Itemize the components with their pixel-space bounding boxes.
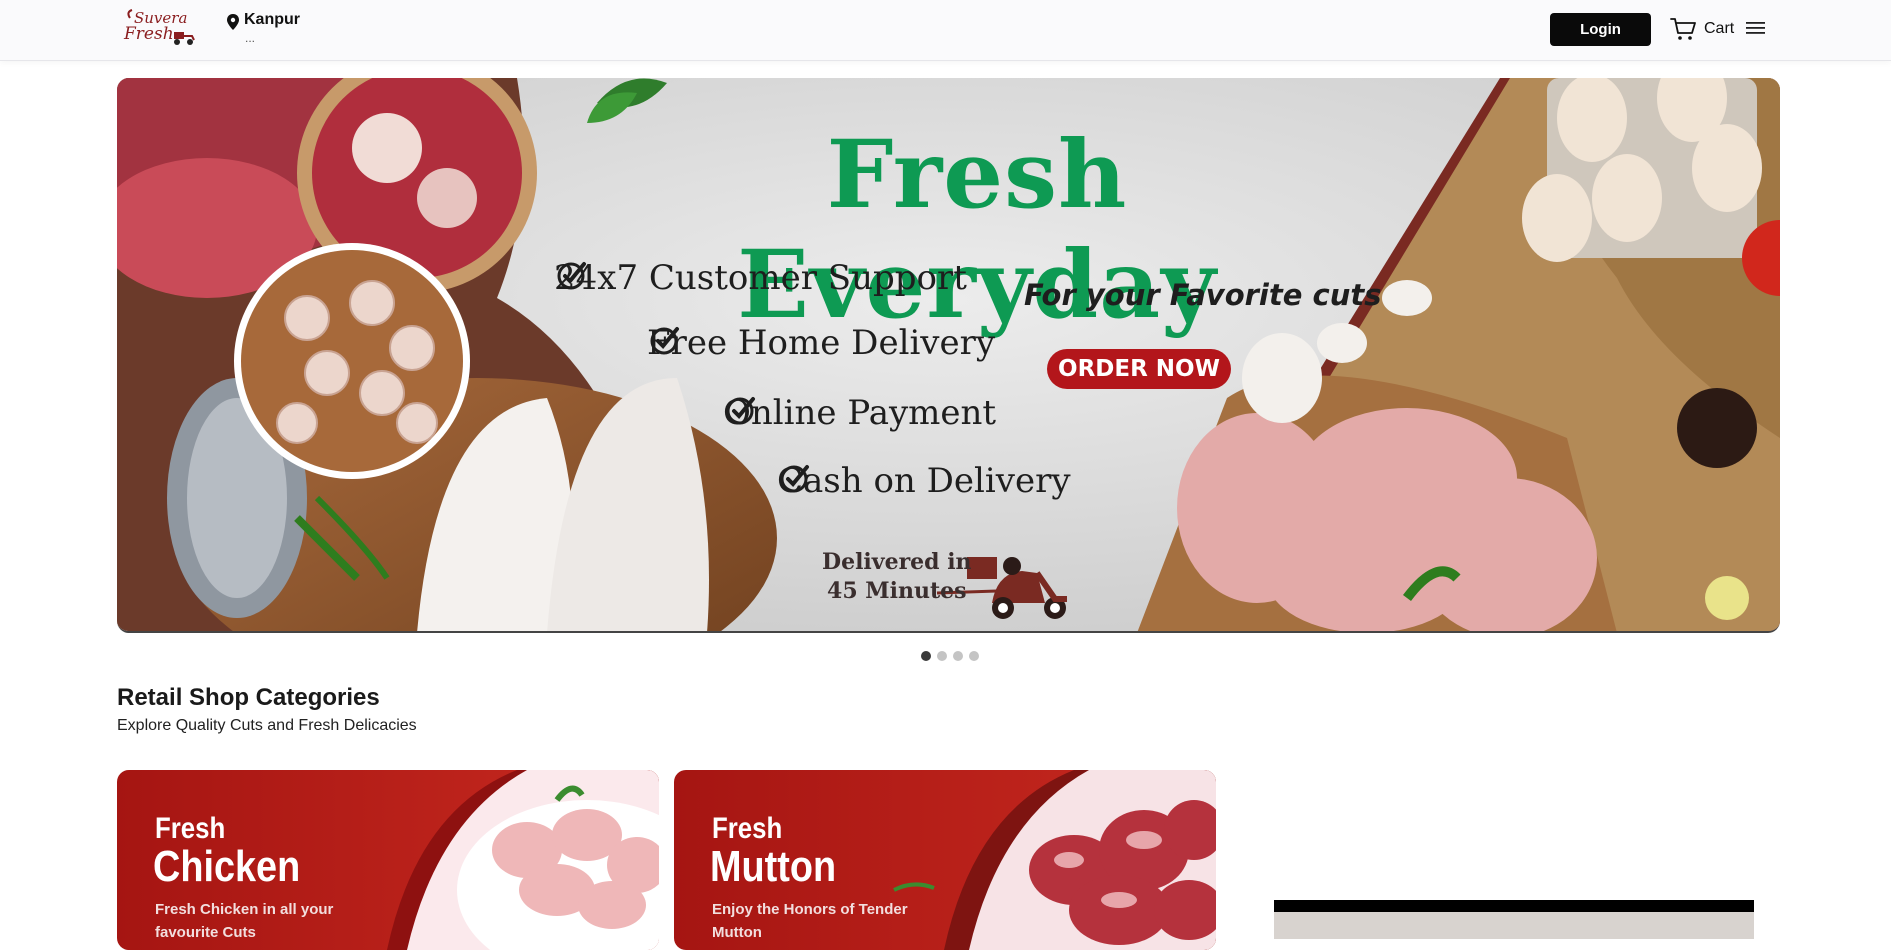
carousel-dot-1[interactable]: [921, 651, 931, 661]
card-description: Fresh Chicken in all your favourite Cuts: [155, 901, 334, 941]
carousel-dot-4[interactable]: [969, 651, 979, 661]
feature-label: 24x7 Customer Support: [554, 258, 967, 298]
card-title-line1: Fresh: [712, 812, 783, 845]
feature-delivery: Free Home Delivery: [647, 323, 995, 363]
feature-label: Cash on Delivery: [777, 461, 1071, 501]
carousel-dot-2[interactable]: [937, 651, 947, 661]
cart-label: Cart: [1704, 20, 1735, 37]
location-city: Kanpur: [244, 11, 300, 28]
promo-image-content: [1274, 912, 1754, 939]
banner-tagline: For your Favorite cuts: [1024, 278, 1382, 312]
card-title-line1: Fresh: [155, 812, 226, 845]
card-description: Enjoy the Honors of Tender Mutton: [712, 901, 908, 941]
check-circle-icon: [726, 397, 755, 425]
hamburger-menu-icon[interactable]: [1745, 19, 1766, 37]
feature-label: Online Payment: [723, 393, 997, 433]
feature-label: Free Home Delivery: [647, 323, 996, 363]
section-subtitle: Explore Quality Cuts and Fresh Delicacie…: [117, 717, 417, 734]
card-title-line2: Chicken: [153, 842, 301, 891]
top-navbar: Suvera Fresh Kanpur ... Login Cart: [0, 0, 1891, 61]
card-title-line2: Mutton: [710, 842, 837, 891]
feature-payment: Online Payment: [723, 393, 996, 433]
location-address: ...: [245, 31, 256, 45]
hero-banner[interactable]: Fresh Everyday 24x7 Customer Support Fre…: [117, 78, 1780, 633]
cart-icon: [1670, 18, 1696, 40]
feature-cod: Cash on Delivery: [777, 461, 1071, 501]
cart-button[interactable]: Cart: [1670, 16, 1734, 42]
check-circle-icon: [650, 327, 679, 355]
delivery-line-2: 45 Minutes: [827, 578, 967, 604]
map-pin-icon: [227, 14, 239, 30]
carousel-indicators: [921, 651, 979, 661]
check-circle-icon: [780, 465, 809, 493]
section-title: Retail Shop Categories: [117, 684, 380, 711]
category-card-mutton[interactable]: Fresh Mutton Enjoy the Honors of Tender …: [674, 770, 1216, 950]
delivery-line-1: Delivered in: [822, 549, 972, 575]
category-card-chicken[interactable]: Fresh Chicken Fresh Chicken in all your …: [117, 770, 659, 950]
carousel-dot-3[interactable]: [953, 651, 963, 661]
check-circle-icon: [557, 262, 586, 290]
delivery-time-badge: Delivered in 45 Minutes: [822, 548, 972, 606]
svg-text:Fresh: Fresh: [123, 24, 174, 44]
feature-support: 24x7 Customer Support: [554, 258, 967, 298]
suvera-fresh-logo[interactable]: Suvera Fresh: [122, 6, 198, 46]
side-promo-image[interactable]: [1274, 900, 1754, 939]
login-button[interactable]: Login: [1550, 13, 1651, 46]
order-now-button[interactable]: ORDER NOW: [1047, 349, 1231, 389]
